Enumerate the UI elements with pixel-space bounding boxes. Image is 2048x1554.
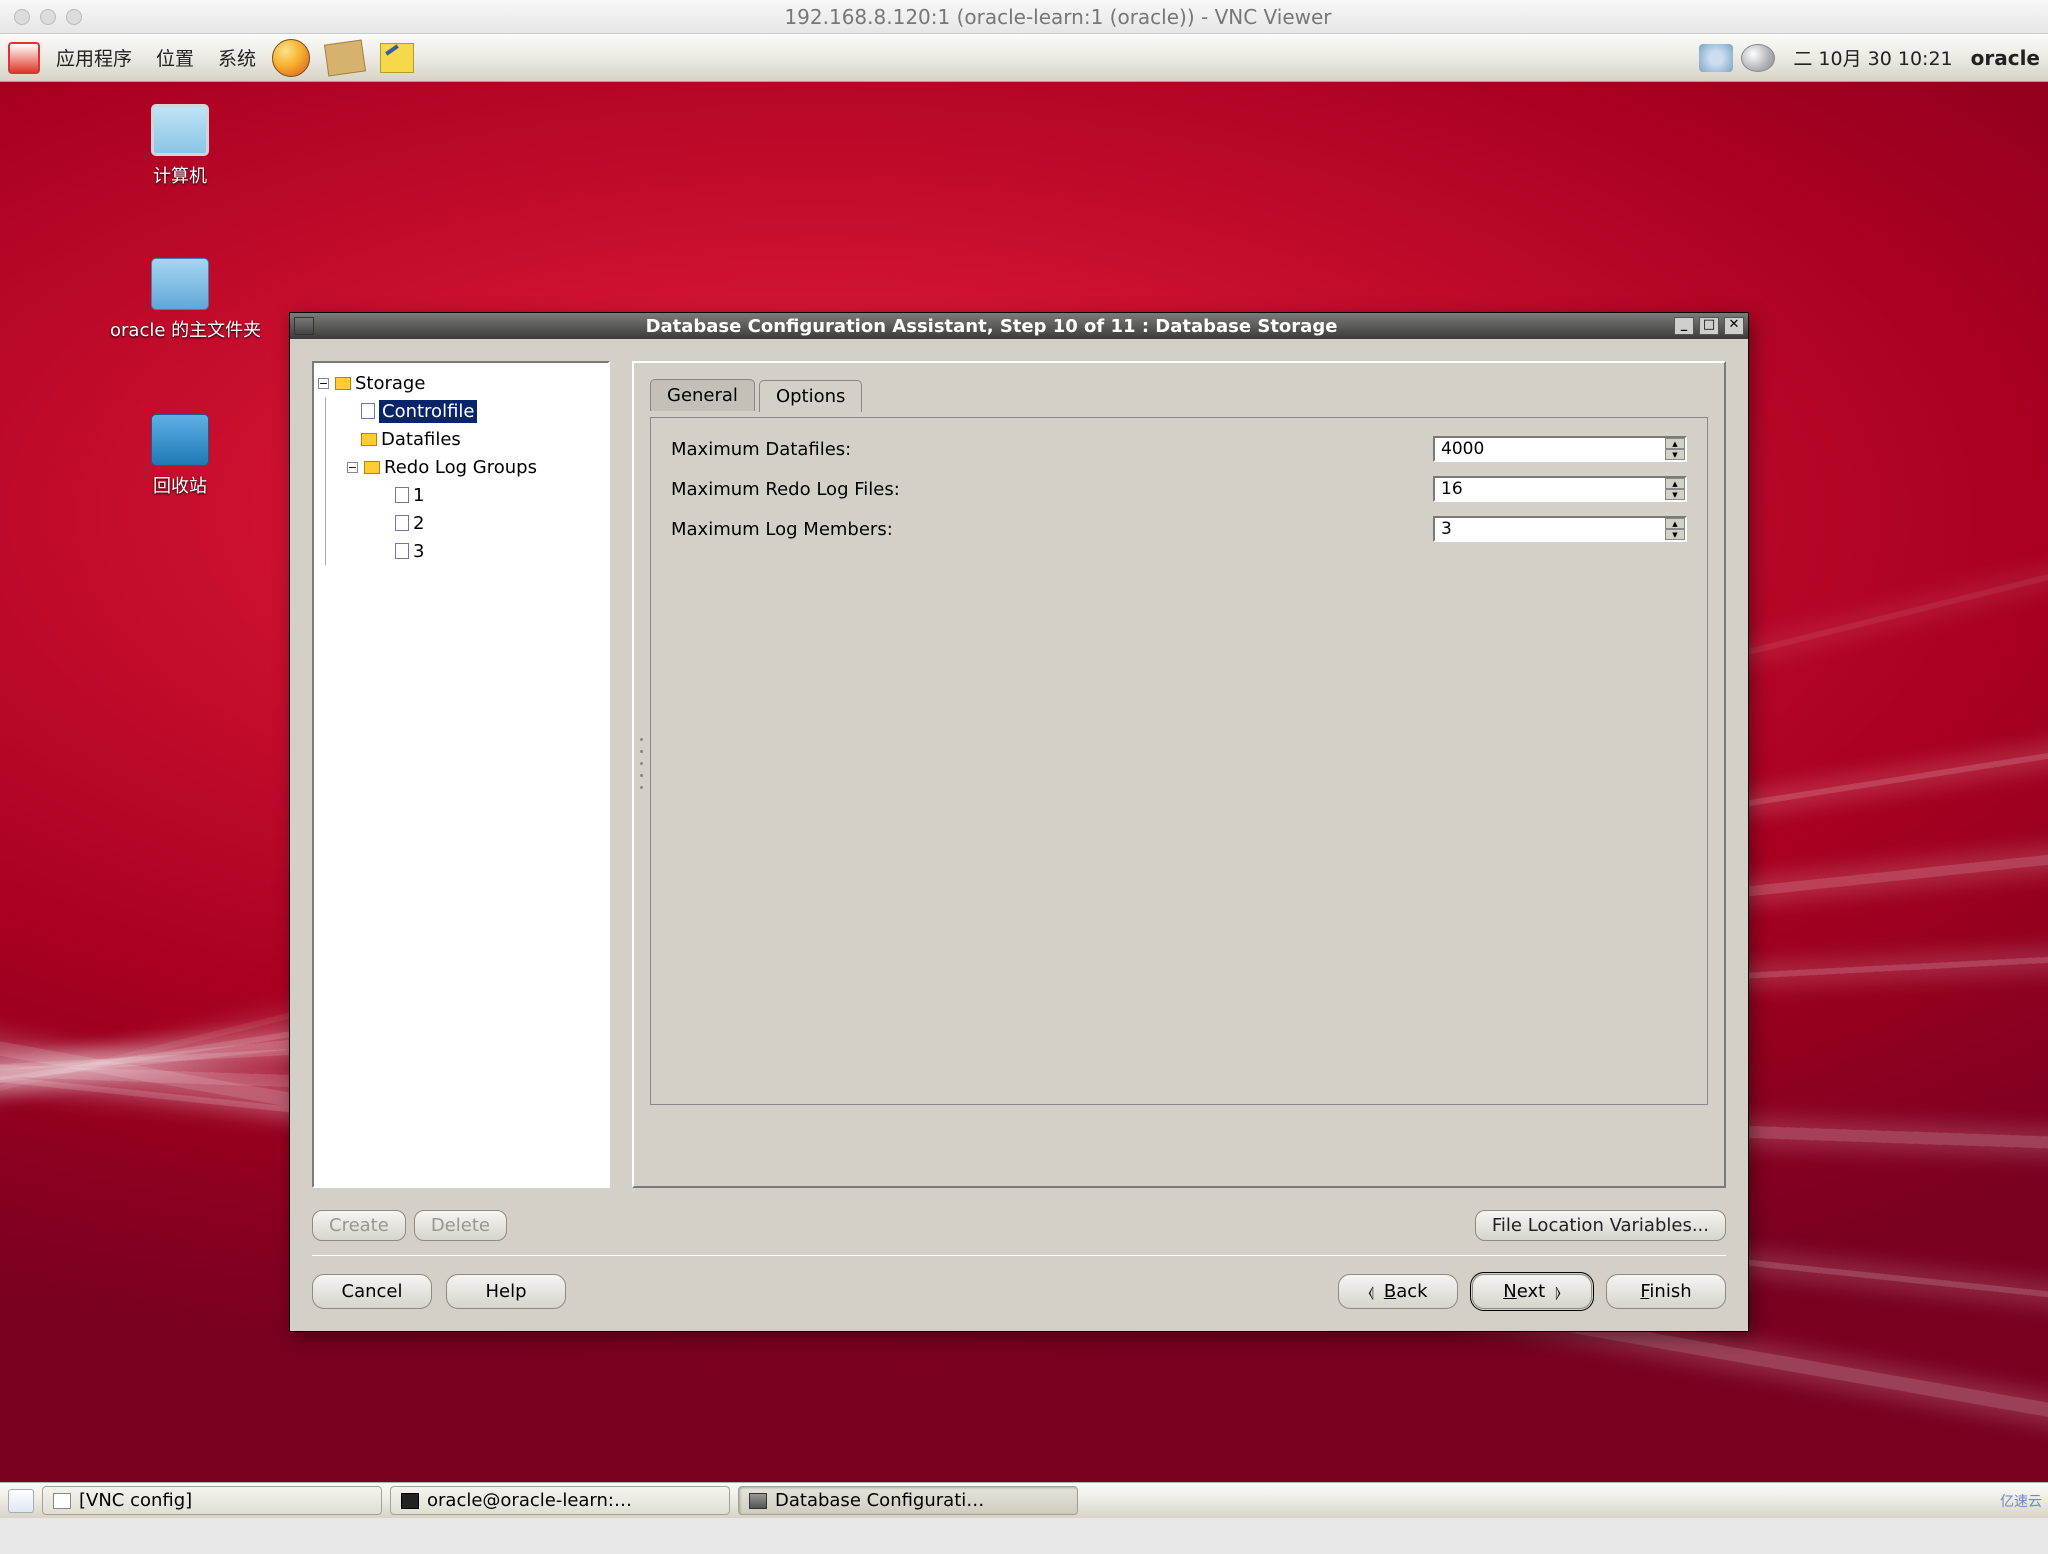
create-button[interactable]: Create xyxy=(312,1210,406,1241)
menu-places[interactable]: 位置 xyxy=(148,40,202,75)
mac-close-button[interactable] xyxy=(14,9,30,25)
delete-button[interactable]: Delete xyxy=(414,1210,507,1241)
collapse-icon[interactable]: − xyxy=(318,378,329,389)
file-icon xyxy=(395,515,409,531)
dialog-titlebar[interactable]: Database Configuration Assistant, Step 1… xyxy=(290,313,1748,339)
spin-up-icon[interactable]: ▲ xyxy=(1665,518,1685,529)
menu-applications[interactable]: 应用程序 xyxy=(48,40,140,75)
desktop-icon-label: 计算机 xyxy=(110,162,250,188)
menu-system[interactable]: 系统 xyxy=(210,40,264,75)
cancel-button[interactable]: Cancel xyxy=(312,1274,432,1309)
dialog-app-icon xyxy=(294,317,314,335)
storage-tree[interactable]: −Storage Controlfile Datafiles −Redo Log… xyxy=(312,361,610,1188)
file-icon xyxy=(395,543,409,559)
tree-node-storage[interactable]: −Storage xyxy=(318,369,604,397)
watermark: 亿速云 xyxy=(2000,1491,2042,1511)
splitter-handle[interactable] xyxy=(634,733,640,793)
label-max-members: Maximum Log Members: xyxy=(671,519,1091,540)
taskbar-label: Database Configurati… xyxy=(775,1490,984,1511)
spinner-max-redo[interactable]: ▲▼ xyxy=(1433,476,1687,502)
desktop-icon-label: 回收站 xyxy=(110,472,250,498)
mac-zoom-button[interactable] xyxy=(66,9,82,25)
app-icon xyxy=(749,1493,767,1509)
tree-node-controlfile[interactable]: Controlfile xyxy=(318,397,604,425)
desktop-icon-label: oracle 的主文件夹 xyxy=(110,316,250,342)
window-close-button[interactable]: ✕ xyxy=(1724,317,1744,335)
file-location-variables-button[interactable]: File Location Variables... xyxy=(1475,1210,1726,1241)
input-max-redo[interactable] xyxy=(1435,478,1665,500)
spinner-max-datafiles[interactable]: ▲▼ xyxy=(1433,436,1687,462)
detail-panel: General Options Maximum Datafiles: ▲▼ Ma… xyxy=(632,361,1726,1188)
input-max-members[interactable] xyxy=(1435,518,1665,540)
window-maximize-button[interactable]: □ xyxy=(1699,317,1719,335)
dialog-title-text: Database Configuration Assistant, Step 1… xyxy=(314,316,1669,337)
input-max-datafiles[interactable] xyxy=(1435,438,1665,460)
window-minimize-button[interactable]: _ xyxy=(1674,317,1694,335)
taskbar-item-terminal[interactable]: oracle@oracle-learn:… xyxy=(390,1486,730,1515)
taskbar-label: [VNC config] xyxy=(79,1490,192,1511)
tree-node-redo-log-groups[interactable]: −Redo Log Groups xyxy=(318,453,604,481)
trash-icon xyxy=(151,414,209,466)
desktop-icon-trash[interactable]: 回收站 xyxy=(110,414,250,498)
remote-desktop: 计算机 oracle 的主文件夹 回收站 Database Configurat… xyxy=(0,82,2048,1518)
spin-up-icon[interactable]: ▲ xyxy=(1665,438,1685,449)
file-icon xyxy=(361,403,375,419)
gnome-bottom-panel: [VNC config] oracle@oracle-learn:… Datab… xyxy=(0,1482,2048,1518)
label-max-redo: Maximum Redo Log Files: xyxy=(671,479,1091,500)
taskbar-item-dbca[interactable]: Database Configurati… xyxy=(738,1486,1078,1515)
spin-up-icon[interactable]: ▲ xyxy=(1665,478,1685,489)
mac-titlebar: 192.168.8.120:1 (oracle-learn:1 (oracle)… xyxy=(0,0,2048,34)
home-folder-icon xyxy=(151,258,209,310)
taskbar-label: oracle@oracle-learn:… xyxy=(427,1490,632,1511)
window-icon xyxy=(53,1493,71,1509)
user-menu[interactable]: oracle xyxy=(1971,46,2040,70)
tree-node-redo-2[interactable]: 2 xyxy=(318,509,604,537)
next-button[interactable]: NextNext⦊ xyxy=(1472,1274,1592,1309)
chevron-left-icon: ⦉ xyxy=(1368,1283,1374,1301)
clock[interactable]: 二 10月 30 10:21 xyxy=(1793,44,1952,71)
label-max-datafiles: Maximum Datafiles: xyxy=(671,439,1091,460)
taskbar-item-vnc-config[interactable]: [VNC config] xyxy=(42,1486,382,1515)
tab-options[interactable]: Options xyxy=(759,380,862,412)
mail-icon[interactable] xyxy=(324,39,366,76)
tab-bar: General Options xyxy=(650,379,1708,411)
network-icon[interactable] xyxy=(1699,44,1733,72)
tree-node-datafiles[interactable]: Datafiles xyxy=(318,425,604,453)
folder-icon xyxy=(364,461,380,474)
spin-down-icon[interactable]: ▼ xyxy=(1665,449,1685,460)
show-desktop-button[interactable] xyxy=(8,1489,34,1513)
file-icon xyxy=(395,487,409,503)
distro-logo-icon[interactable] xyxy=(8,42,40,74)
gnome-top-panel: 应用程序 位置 系统 二 10月 30 10:21 oracle xyxy=(0,34,2048,82)
volume-icon[interactable] xyxy=(1741,44,1775,72)
help-button[interactable]: Help xyxy=(446,1274,566,1309)
tab-general[interactable]: General xyxy=(650,379,755,411)
folder-icon xyxy=(335,377,351,390)
mac-traffic-lights xyxy=(14,9,82,25)
desktop-icon-home[interactable]: oracle 的主文件夹 xyxy=(110,258,250,342)
mac-min-button[interactable] xyxy=(40,9,56,25)
dbca-dialog: Database Configuration Assistant, Step 1… xyxy=(289,312,1749,1332)
spin-down-icon[interactable]: ▼ xyxy=(1665,489,1685,500)
desktop-icon-computer[interactable]: 计算机 xyxy=(110,104,250,188)
spinner-max-members[interactable]: ▲▼ xyxy=(1433,516,1687,542)
mac-window-title: 192.168.8.120:1 (oracle-learn:1 (oracle)… xyxy=(82,5,2034,29)
folder-icon xyxy=(361,433,377,446)
notes-icon[interactable] xyxy=(380,43,414,73)
terminal-icon xyxy=(401,1493,419,1509)
tree-node-redo-1[interactable]: 1 xyxy=(318,481,604,509)
tree-node-redo-3[interactable]: 3 xyxy=(318,537,604,565)
spin-down-icon[interactable]: ▼ xyxy=(1665,529,1685,540)
tree-label-selected: Controlfile xyxy=(379,400,477,423)
wizard-nav: Cancel Help ⦉BBackack NextNext⦊ FinishFi… xyxy=(290,1256,1748,1331)
collapse-icon[interactable]: − xyxy=(347,462,358,473)
list-action-row: Create Delete File Location Variables... xyxy=(290,1210,1748,1249)
tab-options-body: Maximum Datafiles: ▲▼ Maximum Redo Log F… xyxy=(650,417,1708,1105)
finish-button[interactable]: FinishFinish xyxy=(1606,1274,1726,1309)
back-button[interactable]: ⦉BBackack xyxy=(1338,1274,1458,1309)
firefox-icon[interactable] xyxy=(272,39,310,77)
computer-icon xyxy=(151,104,209,156)
chevron-right-icon: ⦊ xyxy=(1555,1283,1561,1301)
